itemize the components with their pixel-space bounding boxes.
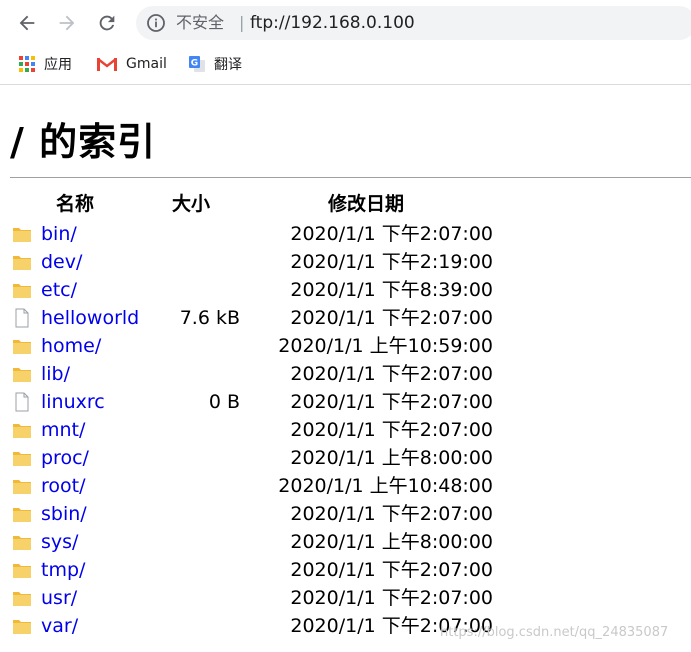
folder-icon (12, 616, 32, 636)
folder-icon (12, 504, 32, 524)
bookmark-apps[interactable]: 应用 (18, 54, 72, 74)
svg-text:G: G (191, 59, 198, 69)
entry-link[interactable]: sys/ (41, 528, 78, 556)
folder-icon (12, 532, 32, 552)
address-bar[interactable]: 不安全 | ftp://192.168.0.100 (136, 6, 691, 40)
table-row: mnt/2020/1/1 下午2:07:00 (10, 416, 500, 444)
entry-link[interactable]: mnt/ (41, 416, 85, 444)
table-row: linuxrc 0 B 2020/1/1 下午2:07:00 (10, 388, 500, 416)
folder-icon (12, 476, 32, 496)
column-header-name[interactable]: 名称 (56, 190, 94, 218)
folder-icon (12, 364, 32, 384)
table-row: sys/2020/1/1 上午8:00:00 (10, 528, 500, 556)
browser-toolbar: 不安全 | ftp://192.168.0.100 (0, 0, 691, 46)
bookmarks-bar: 应用 Gmail G 翻译 (0, 46, 691, 85)
table-row: tmp/2020/1/1 下午2:07:00 (10, 556, 500, 584)
entry-link[interactable]: tmp/ (41, 556, 85, 584)
table-row: root/2020/1/1 上午10:48:00 (10, 472, 500, 500)
entry-modified-date: 2020/1/1 上午8:00:00 (290, 531, 493, 553)
column-header-size[interactable]: 大小 (172, 190, 210, 218)
column-header-modified[interactable]: 修改日期 (328, 190, 404, 218)
folder-icon (12, 420, 32, 440)
entry-modified-date: 2020/1/1 上午10:48:00 (278, 475, 493, 497)
gmail-icon (96, 55, 118, 73)
entry-modified-date: 2020/1/1 下午2:07:00 (290, 587, 493, 609)
apps-grid-icon (18, 55, 36, 73)
folder-icon (12, 588, 32, 608)
entry-link[interactable]: var/ (41, 612, 78, 640)
entry-modified-date: 2020/1/1 上午8:00:00 (290, 447, 493, 469)
table-row: etc/2020/1/1 下午8:39:00 (10, 276, 500, 304)
entry-link[interactable]: home/ (41, 332, 101, 360)
entry-modified-date: 2020/1/1 下午2:07:00 (290, 307, 493, 329)
google-translate-icon: G (188, 55, 206, 73)
entry-modified-date: 2020/1/1 下午2:07:00 (290, 559, 493, 581)
folder-icon (12, 252, 32, 272)
back-arrow-icon[interactable] (14, 10, 40, 36)
entry-modified-date: 2020/1/1 下午2:07:00 (290, 223, 493, 245)
entry-link[interactable]: bin/ (41, 220, 77, 248)
table-row: dev/2020/1/1 下午2:19:00 (10, 248, 500, 276)
reload-icon[interactable] (94, 10, 120, 36)
table-row: bin/2020/1/1 下午2:07:00 (10, 220, 500, 248)
bookmark-translate[interactable]: G 翻译 (188, 54, 242, 74)
watermark: https://blog.csdn.net/qq_24835087 (440, 625, 669, 640)
entry-modified-date: 2020/1/1 上午10:59:00 (278, 335, 493, 357)
table-row: proc/2020/1/1 上午8:00:00 (10, 444, 500, 472)
entry-modified-date: 2020/1/1 下午2:07:00 (290, 363, 493, 385)
table-row: usr/2020/1/1 下午2:07:00 (10, 584, 500, 612)
entry-link[interactable]: lib/ (41, 360, 70, 388)
folder-icon (12, 560, 32, 580)
bookmark-label: Gmail (126, 56, 167, 72)
table-row: helloworld 7.6 kB 2020/1/1 下午2:07:00 (10, 304, 500, 332)
folder-icon (12, 280, 32, 300)
table-row: lib/2020/1/1 下午2:07:00 (10, 360, 500, 388)
folder-icon (12, 336, 32, 356)
entry-modified-date: 2020/1/1 下午8:39:00 (290, 279, 493, 301)
bookmark-label: 翻译 (214, 57, 242, 73)
folder-icon (12, 448, 32, 468)
table-row: sbin/2020/1/1 下午2:07:00 (10, 500, 500, 528)
entry-modified-date: 2020/1/1 下午2:19:00 (290, 251, 493, 273)
file-icon (12, 392, 32, 412)
entry-link[interactable]: linuxrc (41, 388, 105, 416)
page-title: / 的索引 (10, 120, 157, 164)
entry-size: 7.6 kB (179, 307, 240, 329)
entry-link[interactable]: usr/ (41, 584, 77, 612)
entry-link[interactable]: proc/ (41, 444, 89, 472)
folder-icon (12, 224, 32, 244)
file-icon (12, 308, 32, 328)
url-text[interactable]: ftp://192.168.0.100 (250, 13, 415, 33)
divider (10, 177, 691, 178)
entry-modified-date: 2020/1/1 下午2:07:00 (290, 503, 493, 525)
entry-link[interactable]: etc/ (41, 276, 77, 304)
omnibox-separator: | (239, 13, 245, 32)
security-status-label[interactable]: 不安全 (176, 13, 224, 33)
info-icon[interactable] (146, 13, 166, 33)
entry-link[interactable]: dev/ (41, 248, 82, 276)
entry-size: 0 B (208, 391, 240, 413)
bookmark-gmail[interactable]: Gmail (96, 54, 167, 74)
entry-link[interactable]: root/ (41, 472, 86, 500)
bookmark-label: 应用 (44, 57, 72, 73)
entry-modified-date: 2020/1/1 下午2:07:00 (290, 391, 493, 413)
forward-arrow-icon[interactable] (54, 10, 80, 36)
table-row: var/2020/1/1 下午2:07:00 (10, 612, 500, 640)
entry-modified-date: 2020/1/1 下午2:07:00 (290, 419, 493, 441)
entry-link[interactable]: sbin/ (41, 500, 87, 528)
table-row: home/2020/1/1 上午10:59:00 (10, 332, 500, 360)
